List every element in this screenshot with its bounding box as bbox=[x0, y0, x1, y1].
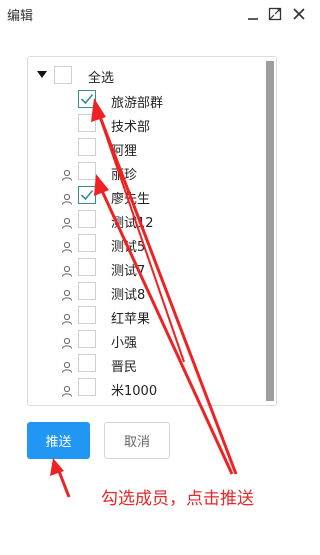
tree-item-label: 丽珍 bbox=[111, 168, 138, 183]
user-icon bbox=[61, 382, 73, 397]
tree-item-label: 测试7 bbox=[111, 264, 146, 279]
checkbox-ali[interactable] bbox=[78, 138, 96, 156]
user-icon bbox=[61, 262, 73, 277]
checkbox-member[interactable] bbox=[78, 258, 96, 276]
tree-item-label: 技术部 bbox=[111, 120, 151, 135]
user-icon bbox=[61, 334, 73, 349]
checkbox-member[interactable] bbox=[78, 306, 96, 324]
checkbox-member[interactable] bbox=[78, 354, 96, 372]
annotation-text: 勾选成员，点击推送 bbox=[101, 489, 254, 509]
window-title: 编辑 bbox=[7, 9, 34, 24]
maximize-icon[interactable] bbox=[266, 4, 284, 24]
push-button[interactable]: 推送 bbox=[27, 422, 90, 459]
checkbox-member[interactable] bbox=[78, 282, 96, 300]
tree-item-label: 米1000 bbox=[111, 384, 158, 399]
tree-item-label: 红苹果 bbox=[111, 312, 151, 327]
tree-item-label: 测试8 bbox=[111, 288, 146, 303]
checkbox-member[interactable] bbox=[78, 378, 96, 396]
checkbox-travel-group[interactable] bbox=[78, 90, 96, 108]
checkbox-member[interactable] bbox=[78, 234, 96, 252]
select-all-checkbox[interactable] bbox=[54, 66, 72, 84]
tree-item-label: 廖先生 bbox=[111, 192, 151, 207]
user-icon bbox=[61, 166, 73, 181]
checkbox-tech-dept[interactable] bbox=[78, 114, 96, 132]
user-icon bbox=[61, 310, 73, 325]
checkbox-member[interactable] bbox=[78, 210, 96, 228]
tree-item-label: 测试12 bbox=[111, 216, 154, 231]
expand-caret-icon[interactable] bbox=[37, 71, 47, 78]
user-icon bbox=[61, 190, 73, 205]
tree-item-label: 阿狸 bbox=[111, 144, 138, 159]
tree-item-label: 小强 bbox=[111, 336, 138, 351]
checkbox-mr-liao[interactable] bbox=[78, 186, 96, 204]
user-icon bbox=[61, 214, 73, 229]
close-icon[interactable] bbox=[290, 4, 308, 24]
tree-item-label: 晋民 bbox=[111, 360, 138, 375]
tree-item-label: 旅游部群 bbox=[111, 96, 164, 111]
cancel-button[interactable]: 取消 bbox=[104, 422, 170, 459]
minimize-icon[interactable] bbox=[244, 4, 262, 24]
tree-item-label: 测试5 bbox=[111, 240, 146, 255]
title-bar: 编辑 bbox=[0, 0, 320, 30]
user-icon bbox=[61, 358, 73, 373]
scrollbar[interactable] bbox=[266, 61, 274, 401]
checkbox-member[interactable] bbox=[78, 330, 96, 348]
checkbox-member[interactable] bbox=[78, 162, 96, 180]
user-icon bbox=[61, 238, 73, 253]
user-icon bbox=[61, 286, 73, 301]
select-all-label: 全选 bbox=[88, 71, 115, 86]
